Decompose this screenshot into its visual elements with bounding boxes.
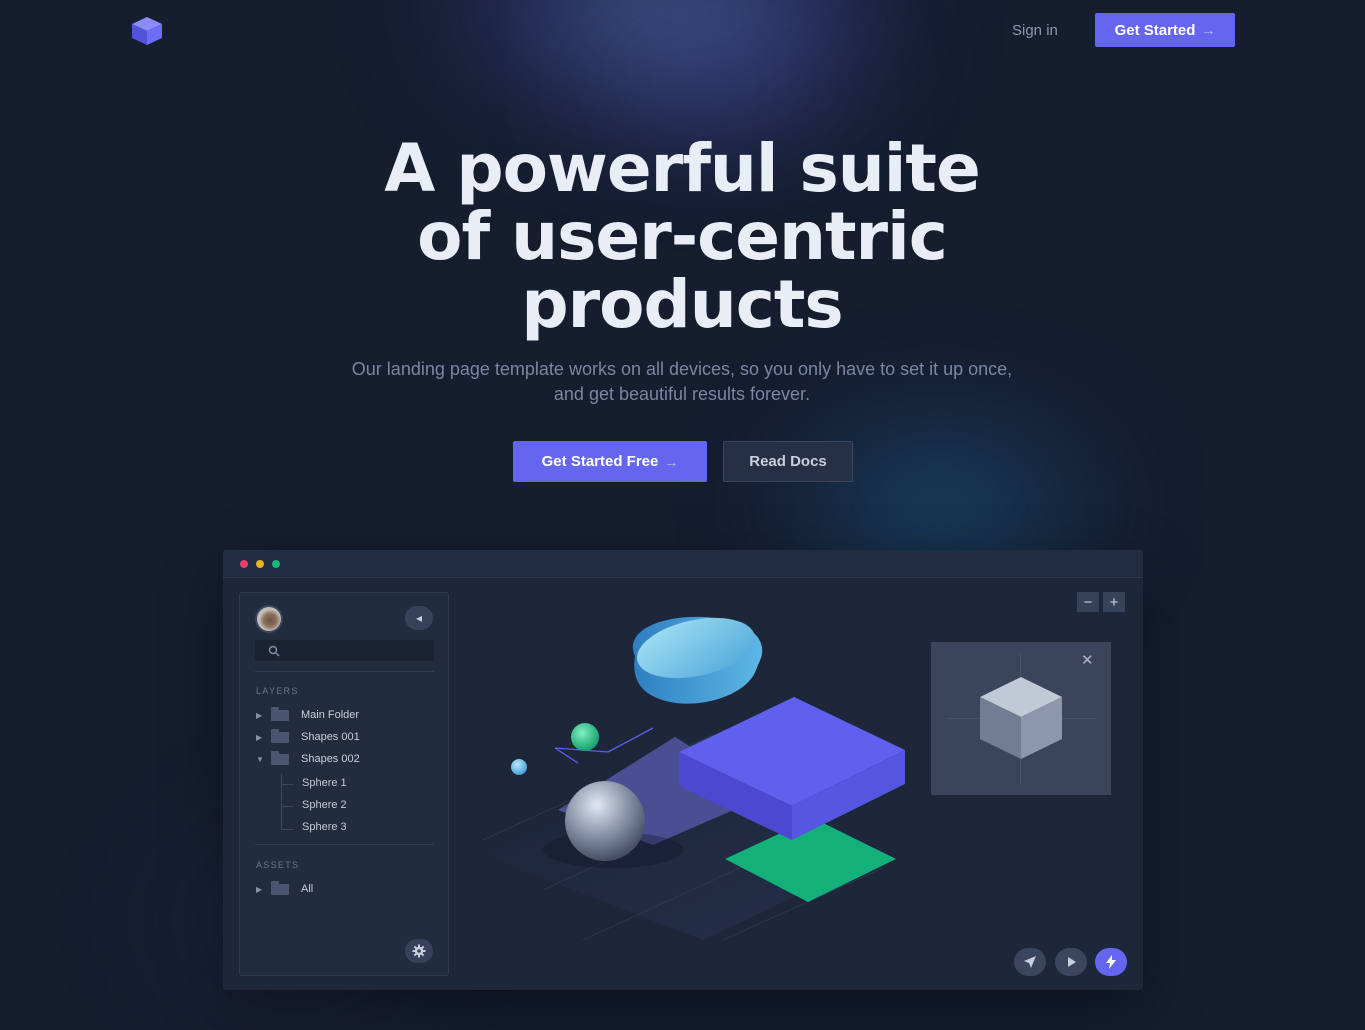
minimize-window-dot[interactable] xyxy=(256,560,264,568)
green-sphere[interactable] xyxy=(571,723,599,751)
asset-label: All xyxy=(301,883,314,895)
cyan-disc[interactable] xyxy=(631,608,763,704)
layer-sphere-3[interactable]: Sphere 3 xyxy=(302,821,347,833)
layer-label: Shapes 002 xyxy=(301,753,360,765)
caret-right-icon[interactable]: ▶ xyxy=(256,711,268,720)
folder-icon xyxy=(271,750,289,765)
grey-sphere[interactable] xyxy=(565,781,645,861)
play-icon xyxy=(1068,957,1076,967)
app-window: ◂ LAYERS ▶ Main Folder ▶ Shapes 001 ▼ Sh… xyxy=(223,550,1143,990)
zoom-out-button[interactable]: − xyxy=(1077,592,1099,612)
hero-title: A powerful suite of user-centric product… xyxy=(282,135,1082,339)
hero-title-line: of user-centric xyxy=(417,198,948,275)
sign-in-link[interactable]: Sign in xyxy=(1012,22,1058,39)
play-button[interactable] xyxy=(1055,948,1087,976)
get-started-free-button[interactable]: Get Started Free → xyxy=(513,441,707,482)
folder-icon xyxy=(271,706,289,721)
arrow-left-icon: ◂ xyxy=(415,611,423,625)
close-window-dot[interactable] xyxy=(240,560,248,568)
send-tool-button[interactable] xyxy=(1014,948,1046,976)
caret-right-icon[interactable]: ▶ xyxy=(256,733,268,742)
quick-action-button[interactable] xyxy=(1095,948,1127,976)
tree-guide-line xyxy=(281,774,282,830)
layer-shapes-002[interactable]: ▼ Shapes 002 xyxy=(256,750,434,768)
get-started-free-label: Get Started Free xyxy=(541,453,659,470)
folder-icon xyxy=(271,728,289,743)
assets-heading: ASSETS xyxy=(256,860,300,870)
close-icon[interactable]: ✕ xyxy=(1081,651,1094,669)
arrow-right-icon: → xyxy=(664,453,679,470)
layer-shapes-001[interactable]: ▶ Shapes 001 xyxy=(256,728,434,746)
divider xyxy=(255,671,434,672)
object-preview-panel: ✕ xyxy=(931,642,1111,795)
layers-heading: LAYERS xyxy=(256,686,299,696)
gear-icon xyxy=(412,944,426,958)
isometric-canvas[interactable] xyxy=(463,590,923,980)
layers-sidebar: ◂ LAYERS ▶ Main Folder ▶ Shapes 001 ▼ Sh… xyxy=(239,592,449,976)
collapse-sidebar-button[interactable]: ◂ xyxy=(405,606,433,630)
hero-title-line: A powerful suite xyxy=(384,130,980,207)
site-header: Sign in Get Started → xyxy=(0,0,1365,60)
caret-right-icon[interactable]: ▶ xyxy=(256,885,268,894)
read-docs-label: Read Docs xyxy=(749,453,827,470)
get-started-button[interactable]: Get Started → xyxy=(1095,13,1235,47)
read-docs-button[interactable]: Read Docs xyxy=(723,441,853,482)
send-icon xyxy=(1024,956,1036,968)
avatar[interactable] xyxy=(255,605,283,633)
folder-icon xyxy=(271,880,289,895)
search-field[interactable] xyxy=(255,640,434,661)
lightning-icon xyxy=(1106,955,1116,969)
window-titlebar xyxy=(223,550,1143,578)
hero-title-line: products xyxy=(521,266,843,343)
maximize-window-dot[interactable] xyxy=(272,560,280,568)
cube-preview-icon xyxy=(980,677,1062,759)
arrow-right-icon: → xyxy=(1201,22,1216,38)
tree-guide-tick xyxy=(281,806,293,807)
layer-label: Main Folder xyxy=(301,709,360,721)
hero-subtitle-line: and get beautiful results forever. xyxy=(553,384,811,404)
get-started-label: Get Started xyxy=(1114,21,1196,39)
caret-down-icon[interactable]: ▼ xyxy=(256,755,268,764)
layer-sphere-1[interactable]: Sphere 1 xyxy=(302,777,347,789)
plus-icon: + xyxy=(1109,593,1119,611)
layer-sphere-2[interactable]: Sphere 2 xyxy=(302,799,347,811)
tree-guide-tick xyxy=(281,829,293,830)
asset-all[interactable]: ▶ All xyxy=(256,880,434,898)
hero-subtitle-line: Our landing page template works on all d… xyxy=(351,359,1013,379)
settings-button[interactable] xyxy=(405,939,433,963)
hero-subtitle: Our landing page template works on all d… xyxy=(282,357,1082,407)
tree-guide-tick xyxy=(281,784,293,785)
minus-icon: − xyxy=(1083,593,1093,611)
blue-sphere[interactable] xyxy=(511,759,527,775)
zoom-in-button[interactable]: + xyxy=(1103,592,1125,612)
divider xyxy=(255,844,434,845)
cube-logo-icon[interactable] xyxy=(130,15,164,47)
search-input[interactable] xyxy=(284,641,432,660)
layer-label: Shapes 001 xyxy=(301,731,360,743)
search-icon xyxy=(268,645,280,657)
layer-main-folder[interactable]: ▶ Main Folder xyxy=(256,706,434,724)
